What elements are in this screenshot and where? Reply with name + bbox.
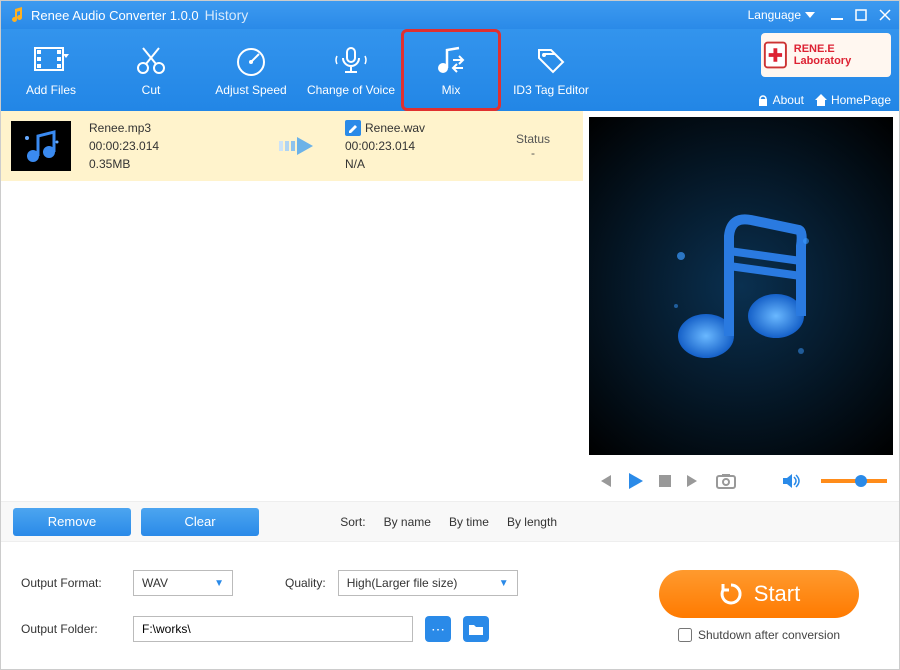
microphone-icon [333,43,369,79]
chevron-down-icon: ▼ [499,578,509,589]
list-action-bar: Remove Clear Sort: By name By time By le… [1,501,899,541]
input-filename: Renee.mp3 [89,119,259,137]
gauge-icon [233,43,269,79]
home-icon [814,93,828,107]
refresh-icon [718,581,744,607]
tool-cut[interactable]: Cut [101,29,201,111]
main-area: Renee.mp3 00:00:23.014 0.35MB Renee.wav … [1,111,899,501]
status-value: - [493,146,573,160]
homepage-link[interactable]: HomePage [814,93,891,107]
file-thumbnail [11,121,71,171]
sort-by-length[interactable]: By length [507,515,557,529]
remove-button[interactable]: Remove [13,508,131,536]
app-title: Renee Audio Converter 1.0.0 [31,8,199,23]
arrow-icon [277,131,327,161]
shutdown-checkbox[interactable]: Shutdown after conversion [678,628,840,642]
tool-adjust-speed[interactable]: Adjust Speed [201,29,301,111]
next-button[interactable] [685,472,703,490]
player-controls [583,461,899,501]
output-duration: 00:00:23.014 [345,137,475,155]
music-mix-icon [433,43,469,79]
edit-icon[interactable] [345,120,361,136]
play-button[interactable] [625,471,645,491]
history-link[interactable]: History [205,7,249,23]
close-button[interactable] [879,9,891,21]
output-size: N/A [345,155,475,173]
browse-folder-button[interactable] [463,616,489,642]
quality-combo[interactable]: High(Larger file size) ▼ [338,570,518,596]
snapshot-button[interactable] [715,472,737,490]
prev-button[interactable] [595,472,613,490]
filmstrip-icon [33,43,69,79]
folder-icon [468,622,484,636]
settings-area: Output Format: WAV ▼ Quality: High(Large… [21,570,609,659]
tool-add-files[interactable]: Add Files [1,29,101,111]
chevron-down-icon: ▼ [214,578,224,589]
stop-button[interactable] [657,473,673,489]
preview-panel [583,111,899,501]
music-note-icon [651,196,831,376]
status-header: Status [493,132,573,146]
output-format-label: Output Format: [21,576,121,590]
volume-icon[interactable] [781,472,801,490]
app-icon [9,7,25,23]
quality-label: Quality: [285,576,326,590]
lock-icon [756,93,770,107]
file-row[interactable]: Renee.mp3 00:00:23.014 0.35MB Renee.wav … [1,111,583,181]
chevron-down-icon [805,12,815,18]
tool-change-voice[interactable]: Change of Voice [301,29,401,111]
more-button[interactable]: ⋯ [425,616,451,642]
tool-mix[interactable]: Mix [401,29,501,111]
shutdown-checkbox-input[interactable] [678,628,692,642]
output-folder-label: Output Folder: [21,622,121,636]
sort-by-name[interactable]: By name [384,515,431,529]
input-file-info: Renee.mp3 00:00:23.014 0.35MB [89,119,259,173]
volume-slider[interactable] [821,479,887,483]
preview-canvas [589,117,893,455]
start-area: Start Shutdown after conversion [639,570,879,659]
language-dropdown[interactable]: Language [748,8,815,22]
tag-icon [533,43,569,79]
sort-by-time[interactable]: By time [449,515,489,529]
maximize-button[interactable] [855,9,867,21]
toolbar: Add Files Cut Adjust Speed Change of Voi… [1,29,899,111]
output-folder-input[interactable] [133,616,413,642]
output-filename: Renee.wav [365,119,425,137]
input-duration: 00:00:23.014 [89,137,259,155]
scissors-icon [133,43,169,79]
input-size: 0.35MB [89,155,259,173]
bottom-panel: Output Format: WAV ▼ Quality: High(Large… [1,541,899,669]
sort-label: Sort: [340,515,365,529]
file-list: Renee.mp3 00:00:23.014 0.35MB Renee.wav … [1,111,583,501]
titlebar: Renee Audio Converter 1.0.0 History Lang… [1,1,899,29]
status-column: Status - [493,132,573,160]
minimize-button[interactable] [831,9,843,21]
clear-button[interactable]: Clear [141,508,259,536]
about-link[interactable]: About [756,93,804,107]
output-file-info: Renee.wav 00:00:23.014 N/A [345,119,475,173]
tool-id3-editor[interactable]: ID3 Tag Editor [501,29,601,111]
output-format-combo[interactable]: WAV ▼ [133,570,233,596]
start-button[interactable]: Start [659,570,859,618]
